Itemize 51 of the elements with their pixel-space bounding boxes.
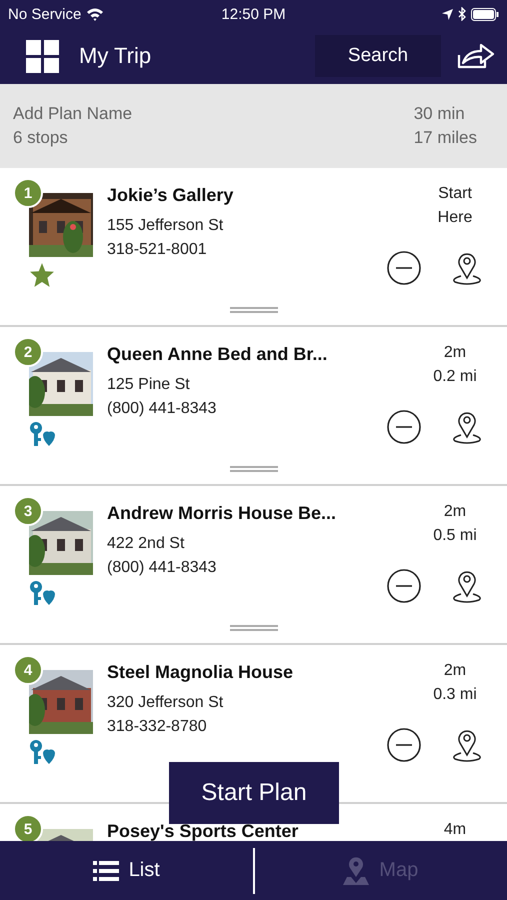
total-distance: 17 miles xyxy=(414,128,477,148)
wifi-icon xyxy=(86,8,104,20)
remove-icon[interactable] xyxy=(387,728,421,762)
start-plan-button[interactable]: Start Plan xyxy=(169,762,339,824)
list-icon xyxy=(92,860,119,880)
total-duration: 30 min xyxy=(414,104,466,124)
remove-icon[interactable] xyxy=(387,251,421,285)
stop-number-badge: 3 xyxy=(13,496,43,526)
stop-count: 6 stops xyxy=(13,128,69,148)
stop-number-badge: 1 xyxy=(13,178,43,208)
stop-name[interactable]: Queen Anne Bed and Br... xyxy=(107,344,387,364)
travel-info: 2m xyxy=(442,661,468,681)
stop-phone: (800) 441-8343 xyxy=(107,559,218,577)
remove-icon[interactable] xyxy=(387,410,421,444)
stop-address: 125 Pine St xyxy=(107,376,191,394)
drag-handle-icon[interactable] xyxy=(230,466,278,472)
share-icon[interactable] xyxy=(457,43,495,69)
stop-address: 422 2nd St xyxy=(107,535,186,553)
search-button[interactable]: Search xyxy=(315,35,441,77)
stop-number-badge: 2 xyxy=(13,337,43,367)
travel-info: 0.3 mi xyxy=(432,685,478,705)
stop-name[interactable]: Jokie’s Gallery xyxy=(107,185,387,205)
location-arrow-icon xyxy=(442,8,453,20)
map-pin-icon xyxy=(343,856,370,884)
travel-info: Start Here xyxy=(436,184,474,228)
plan-name-field[interactable]: Add Plan Name xyxy=(13,104,132,124)
remove-icon[interactable] xyxy=(387,569,421,603)
view-tab[interactable]: List xyxy=(0,841,252,900)
stop-phone: 318-521-8001 xyxy=(107,241,208,259)
stop-phone: 318-332-8780 xyxy=(107,718,208,736)
stop-name[interactable]: Steel Magnolia House xyxy=(107,662,387,682)
travel-info: 0.2 mi xyxy=(432,367,478,387)
screen-title: My Trip xyxy=(79,43,152,69)
stop-number-badge: 5 xyxy=(13,814,43,841)
stop-address: 155 Jefferson St xyxy=(107,217,224,235)
carrier-label: No Service xyxy=(8,6,82,22)
stop-name[interactable]: Andrew Morris House Be... xyxy=(107,503,387,523)
travel-info: 0.5 mi xyxy=(432,526,478,546)
stop-number-badge: 4 xyxy=(13,655,43,685)
drag-handle-icon[interactable] xyxy=(230,307,278,313)
bluetooth-icon xyxy=(458,7,466,21)
drag-handle-icon[interactable] xyxy=(230,625,278,631)
battery-icon xyxy=(471,8,499,20)
grid-menu-icon[interactable] xyxy=(26,40,59,72)
travel-info: 2m xyxy=(442,343,468,363)
clock: 12:50 PM xyxy=(221,6,286,22)
stop-name[interactable]: Posey's Sports Center xyxy=(107,821,387,841)
travel-info: 2m xyxy=(442,502,468,522)
stop-phone: (800) 441-8343 xyxy=(107,400,218,418)
travel-info: 4m xyxy=(442,820,468,840)
stop-address: 320 Jefferson St xyxy=(107,694,224,712)
